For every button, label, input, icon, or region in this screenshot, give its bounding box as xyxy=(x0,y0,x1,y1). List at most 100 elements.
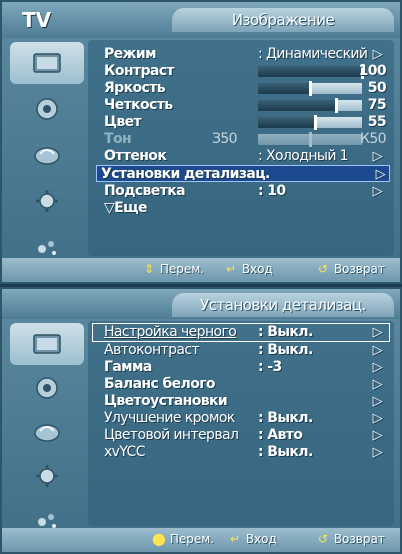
menu-row-sharpness[interactable]: Четкость 75 xyxy=(100,97,387,114)
menu-row-brightness[interactable]: Яркость 50 xyxy=(100,80,387,97)
slider-marker xyxy=(335,98,338,113)
right-arrow-icon: ▷ xyxy=(372,411,383,426)
category-channel[interactable] xyxy=(10,134,84,176)
right-arrow-icon: ▷ xyxy=(372,445,383,460)
category-picture[interactable] xyxy=(10,42,84,84)
row-label: Контраст xyxy=(104,63,175,79)
footer-move-label: Перем. xyxy=(159,262,205,276)
slider-fill xyxy=(258,83,310,94)
row-value: : Выкл. xyxy=(258,342,313,358)
slider-fill xyxy=(258,117,316,128)
menu-title: Изображение xyxy=(172,8,394,32)
row-label: Цвет xyxy=(104,114,142,130)
category-setup[interactable] xyxy=(10,455,84,497)
slider-marker xyxy=(314,115,318,130)
menu-row-black-adjust[interactable]: Настройка черного : Выкл. ▷ xyxy=(100,324,386,341)
row-value: : -3 xyxy=(258,359,282,375)
input-icon xyxy=(38,241,56,255)
slider-marker xyxy=(309,132,312,147)
color-slider[interactable] xyxy=(258,115,362,130)
picture-icon xyxy=(33,334,61,354)
right-arrow-icon: ▷ xyxy=(372,149,383,164)
menu-row-more[interactable]: ▽Еще xyxy=(100,200,386,217)
category-setup[interactable] xyxy=(10,180,84,222)
menu-row-gamma[interactable]: Гамма : -3 ▷ xyxy=(100,359,386,376)
row-label: Оттенок xyxy=(104,148,167,164)
right-arrow-icon: ▷ xyxy=(372,360,383,375)
menu-row-color[interactable]: Цвет 55 xyxy=(100,114,387,131)
footer-move-hint: ⬤ Перем. xyxy=(152,532,214,546)
menu-header: Установки детализац. xyxy=(2,289,400,319)
tv-label: TV xyxy=(22,8,52,32)
menu-row-xvycc[interactable]: xvYCC : Выкл. ▷ xyxy=(100,444,386,461)
right-arrow-icon: ▷ xyxy=(372,377,383,392)
move-arrows-icon: ⇕ xyxy=(143,262,155,276)
detailed-settings-panel: Установки детализац. Настройка черного:… xyxy=(0,287,402,554)
row-label: Подсветка xyxy=(104,183,186,199)
row-label: Гамма xyxy=(104,359,152,375)
row-label: Цветоустановки xyxy=(104,393,228,409)
menu-row-auto-contrast[interactable]: Автоконтраст : Выкл. ▷ xyxy=(100,342,386,359)
slider-fill xyxy=(258,100,336,111)
menu-row-color-space[interactable]: Цветовой интервал : Авто ▷ xyxy=(100,427,386,444)
move-arrows-icon: ⬤ xyxy=(152,532,166,546)
row-label: Баланс белого xyxy=(104,376,216,392)
footer-return-hint: ↺ Возврат xyxy=(316,262,385,276)
sharpness-slider[interactable] xyxy=(258,98,362,113)
row-value: : Выкл. xyxy=(258,444,313,460)
menu-row-edge-enhancement[interactable]: Улучшение кромок : Выкл. ▷ xyxy=(100,410,386,427)
brightness-slider[interactable] xyxy=(258,81,362,96)
footer-enter-label: Вход xyxy=(245,532,277,546)
category-channel[interactable] xyxy=(10,411,84,453)
category-sound[interactable] xyxy=(10,367,84,409)
return-icon: ↺ xyxy=(317,532,329,546)
menu-title: Установки детализац. xyxy=(172,293,394,317)
row-value: : 10 xyxy=(258,183,286,199)
row-value: : Выкл. xyxy=(258,324,313,340)
row-value: : Выкл. xyxy=(258,410,313,426)
menu-footer: ⬤ Перем. ↵ Вход ↺ Возврат xyxy=(2,528,400,552)
tint-right-value: К50 xyxy=(360,131,387,147)
row-label: ▽Еще xyxy=(104,200,148,216)
row-label: Автоконтраст xyxy=(104,342,200,358)
footer-move-hint: ⇕ Перем. xyxy=(142,262,204,276)
right-arrow-icon: ▷ xyxy=(372,47,383,62)
footer-enter-label: Вход xyxy=(241,262,273,276)
menu-row-backlight[interactable]: Подсветка : 10 ▷ xyxy=(100,183,386,200)
footer-return-label: Возврат xyxy=(333,262,385,276)
channel-icon xyxy=(34,424,60,442)
tint-slider xyxy=(258,132,362,147)
category-picture[interactable] xyxy=(10,323,84,365)
channel-icon xyxy=(34,147,60,165)
sound-icon xyxy=(36,377,58,399)
category-sound[interactable] xyxy=(10,88,84,130)
right-arrow-icon: ▷ xyxy=(372,343,383,358)
row-label: xvYCC xyxy=(104,444,146,460)
row-label: Тон xyxy=(104,131,132,147)
sound-icon xyxy=(36,98,58,120)
menu-row-tint: Тон З50 К50 xyxy=(100,131,387,148)
tint-left-value: З50 xyxy=(212,131,238,147)
menu-row-contrast[interactable]: Контраст 100 xyxy=(100,63,387,80)
row-value: : Авто xyxy=(258,427,303,443)
menu-row-detailed-settings[interactable]: Установки детализац. ▷ xyxy=(96,165,390,182)
return-icon: ↺ xyxy=(317,262,329,276)
menu-row-white-balance[interactable]: Баланс белого ▷ xyxy=(100,376,386,393)
footer-enter-hint: ↵ Вход xyxy=(224,262,273,276)
row-number: 50 xyxy=(367,80,387,96)
right-arrow-icon: ▷ xyxy=(375,167,386,182)
setup-icon xyxy=(36,190,58,212)
row-label: Яркость xyxy=(104,80,166,96)
picture-icon xyxy=(33,53,61,73)
row-number: 75 xyxy=(367,97,387,113)
row-number: 55 xyxy=(367,114,387,130)
right-arrow-icon: ▷ xyxy=(372,394,383,409)
contrast-slider[interactable] xyxy=(258,64,364,79)
menu-row-mode[interactable]: Режим : Динамический ▷ xyxy=(100,46,386,63)
menu-header: TV Изображение xyxy=(2,2,400,38)
detailed-settings-content: Настройка черного : Выкл. ▷ Автоконтраст… xyxy=(88,321,394,526)
picture-menu-panel: TV Изображение Режим: Динамический ▷ Ко… xyxy=(0,0,402,284)
footer-move-label: Перем. xyxy=(169,532,215,546)
menu-row-color-tone[interactable]: Оттенок : Холодный 1 ▷ xyxy=(100,148,386,165)
menu-row-color-settings[interactable]: Цветоустановки ▷ xyxy=(100,393,386,410)
